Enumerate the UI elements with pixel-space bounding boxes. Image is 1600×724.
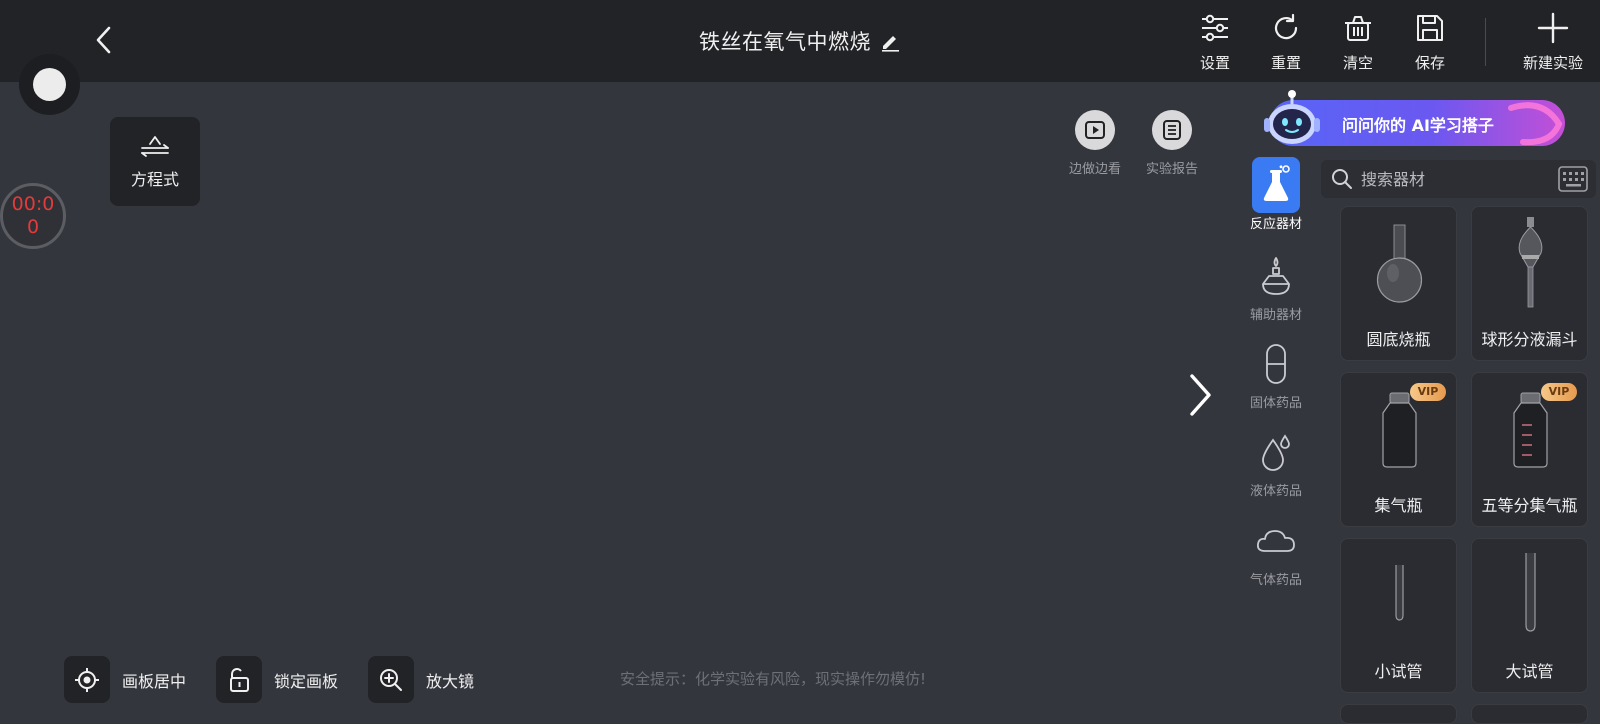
settings-sliders-icon <box>1202 14 1228 42</box>
equipment-label: 小试管 <box>1374 662 1423 681</box>
magnifier-button[interactable]: 放大镜 <box>368 656 474 703</box>
category-label: 反应器材 <box>1249 217 1302 232</box>
record-dot-icon <box>33 68 66 101</box>
trash-icon <box>1345 16 1371 41</box>
experiment-report-label: 实验报告 <box>1145 162 1198 177</box>
equipment-label: 集气瓶 <box>1374 496 1423 515</box>
zoom-in-icon <box>380 668 402 691</box>
settings-label: 设置 <box>1199 54 1230 72</box>
equipment-card-round-bottom-flask[interactable]: 圆底烧瓶 <box>1340 206 1457 361</box>
category-reaction-equipment[interactable]: 反应器材 <box>1240 157 1312 233</box>
equipment-label: 五等分集气瓶 <box>1481 496 1578 515</box>
equipment-card-separatory-funnel[interactable]: 球形分液漏斗 <box>1471 206 1588 361</box>
expand-panel-button[interactable] <box>1185 372 1215 418</box>
magnifier-label: 放大镜 <box>426 671 475 691</box>
equipment-label: 大试管 <box>1505 662 1554 681</box>
crosshair-icon <box>75 667 99 692</box>
search-input[interactable] <box>1361 169 1551 189</box>
equipment-card-large-test-tube[interactable]: 大试管 <box>1471 538 1588 693</box>
lock-canvas-button[interactable]: 锁定画板 <box>216 656 338 703</box>
experiment-title[interactable]: 铁丝在氧气中燃烧 <box>600 24 1000 58</box>
equipment-label: 球形分液漏斗 <box>1481 330 1578 349</box>
category-gas-reagents[interactable]: 气体药品 <box>1240 513 1312 589</box>
category-label: 固体药品 <box>1249 396 1302 411</box>
ai-banner-text: 问问你的 AI学习搭子 <box>1342 116 1494 135</box>
top-bar: 铁丝在氧气中燃烧 设置 重置 清空 保存 新建实验 <box>0 0 1600 82</box>
equipment-card-partial[interactable] <box>1340 704 1457 724</box>
page-title: 铁丝在氧气中燃烧 <box>699 30 871 54</box>
equipment-card-five-equal-gas-bottle[interactable]: VIP 五等分集气瓶 <box>1471 372 1588 527</box>
ai-robot-icon <box>1264 90 1320 144</box>
new-experiment-button[interactable]: 新建实验 <box>1520 12 1586 76</box>
lock-canvas-label: 锁定画板 <box>274 671 339 691</box>
equation-label: 方程式 <box>130 169 179 189</box>
back-button[interactable] <box>90 22 120 58</box>
category-label: 辅助器材 <box>1249 308 1302 323</box>
search-icon <box>1332 169 1352 189</box>
reset-label: 重置 <box>1270 54 1301 72</box>
vip-badge: VIP <box>1541 383 1577 401</box>
settings-button[interactable]: 设置 <box>1185 12 1245 76</box>
clear-button[interactable]: 清空 <box>1328 12 1388 76</box>
save-icon <box>1417 15 1443 41</box>
edit-pencil-icon[interactable] <box>879 30 901 52</box>
unlock-icon <box>230 667 249 692</box>
reset-button[interactable]: 重置 <box>1256 12 1316 76</box>
vip-badge: VIP <box>1410 383 1446 401</box>
center-canvas-label: 画板居中 <box>122 671 187 691</box>
category-solid-reagents[interactable]: 固体药品 <box>1240 336 1312 412</box>
save-label: 保存 <box>1414 54 1445 72</box>
report-list-icon <box>1163 120 1181 140</box>
large-test-tube-icon <box>1525 553 1536 632</box>
play-video-icon <box>1085 121 1105 139</box>
flask-icon <box>1263 165 1290 201</box>
new-experiment-label: 新建实验 <box>1522 54 1583 72</box>
equation-button[interactable]: 方程式 <box>110 117 200 206</box>
chevron-right-icon <box>1190 374 1211 416</box>
equipment-card-gas-collecting-bottle[interactable]: VIP 集气瓶 <box>1340 372 1457 527</box>
reset-icon <box>1274 13 1298 40</box>
keyboard-grid-icon[interactable] <box>1558 166 1588 192</box>
center-canvas-button[interactable]: 画板居中 <box>64 656 186 703</box>
separatory-funnel-icon <box>1518 217 1543 308</box>
ai-assistant-banner[interactable]: 问问你的 AI学习搭子 <box>1264 90 1565 146</box>
round-bottom-flask-icon <box>1376 224 1423 303</box>
equipment-card-partial[interactable] <box>1471 704 1588 724</box>
equipment-card-small-test-tube[interactable]: 小试管 <box>1340 538 1457 693</box>
category-label: 液体药品 <box>1249 484 1302 499</box>
equipment-label: 圆底烧瓶 <box>1366 330 1431 349</box>
equation-icon <box>141 135 169 157</box>
decorative-swoosh-icon <box>1508 102 1563 146</box>
save-button[interactable]: 保存 <box>1400 12 1460 76</box>
category-liquid-reagents[interactable]: 液体药品 <box>1240 424 1312 500</box>
droplet-icon <box>1262 434 1290 471</box>
category-auxiliary-equipment[interactable]: 辅助器材 <box>1240 248 1312 324</box>
watch-while-doing-button[interactable]: 边做边看 <box>1055 110 1135 180</box>
experiment-report-button[interactable]: 实验报告 <box>1132 110 1212 180</box>
watch-while-doing-label: 边做边看 <box>1068 162 1121 177</box>
small-test-tube-icon <box>1395 565 1404 621</box>
clear-label: 清空 <box>1342 54 1373 72</box>
alcohol-lamp-icon <box>1262 257 1290 295</box>
toolbar-divider <box>1485 18 1486 66</box>
record-button[interactable] <box>19 54 80 115</box>
plus-icon <box>1537 12 1569 44</box>
chevron-left-icon <box>96 26 111 54</box>
timer-display: 00:00 <box>0 183 66 249</box>
category-label: 气体药品 <box>1249 573 1302 588</box>
capsule-icon <box>1266 344 1286 384</box>
safety-tip: 安全提示：化学实验有风险，现实操作勿模仿! <box>620 670 927 688</box>
search-bar <box>1321 160 1596 198</box>
cloud-icon <box>1256 530 1295 552</box>
